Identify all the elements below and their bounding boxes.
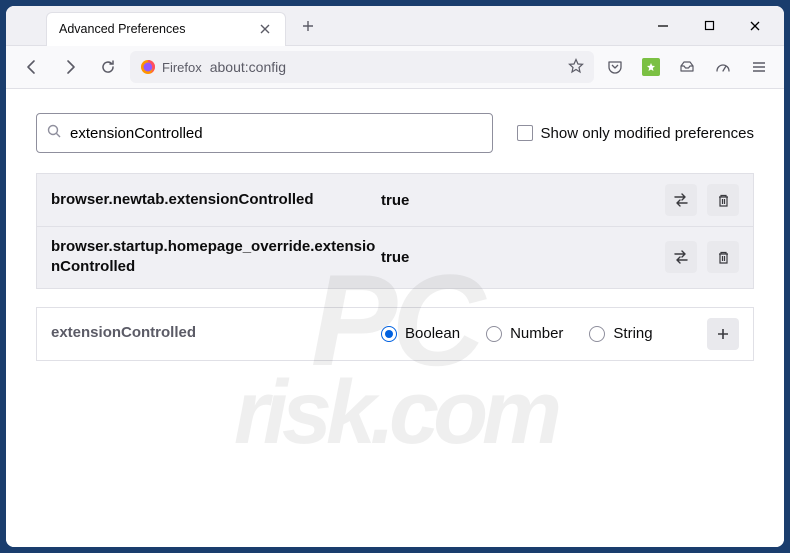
toggle-button[interactable] bbox=[665, 184, 697, 216]
checkbox-label: Show only modified preferences bbox=[541, 125, 754, 142]
maximize-button[interactable] bbox=[688, 11, 730, 41]
add-button[interactable] bbox=[707, 318, 739, 350]
radio-label: String bbox=[613, 325, 652, 342]
url-text[interactable]: about:config bbox=[210, 59, 560, 75]
delete-button[interactable] bbox=[707, 184, 739, 216]
titlebar: Advanced Preferences bbox=[6, 6, 784, 46]
search-box[interactable] bbox=[36, 113, 493, 153]
forward-button[interactable] bbox=[54, 51, 86, 83]
inbox-button[interactable] bbox=[672, 52, 702, 82]
radio-icon bbox=[486, 326, 502, 342]
content-area: Show only modified preferences browser.n… bbox=[6, 89, 784, 547]
nav-toolbar: Firefox about:config bbox=[6, 46, 784, 89]
site-identity[interactable]: Firefox bbox=[140, 59, 202, 75]
radio-label: Number bbox=[510, 325, 563, 342]
reload-button[interactable] bbox=[92, 51, 124, 83]
extension-button[interactable] bbox=[636, 52, 666, 82]
pref-name: browser.newtab.extensionControlled bbox=[51, 190, 381, 210]
search-icon bbox=[47, 124, 62, 142]
browser-window: Advanced Preferences bbox=[6, 6, 784, 547]
type-selector: Boolean Number String bbox=[381, 325, 707, 342]
checkbox-icon bbox=[517, 125, 533, 141]
back-button[interactable] bbox=[16, 51, 48, 83]
dashboard-button[interactable] bbox=[708, 52, 738, 82]
tab-title: Advanced Preferences bbox=[59, 22, 257, 36]
firefox-logo-icon bbox=[140, 59, 156, 75]
window-controls bbox=[642, 11, 784, 41]
minimize-button[interactable] bbox=[642, 11, 684, 41]
browser-tab[interactable]: Advanced Preferences bbox=[46, 12, 286, 46]
new-pref-name: extensionControlled bbox=[51, 323, 381, 343]
pref-row: browser.startup.homepage_override.extens… bbox=[37, 226, 753, 288]
radio-label: Boolean bbox=[405, 325, 460, 342]
toggle-button[interactable] bbox=[665, 241, 697, 273]
app-menu-button[interactable] bbox=[744, 52, 774, 82]
pref-name: browser.startup.homepage_override.extens… bbox=[51, 237, 381, 278]
address-bar[interactable]: Firefox about:config bbox=[130, 51, 594, 83]
type-boolean-radio[interactable]: Boolean bbox=[381, 325, 460, 342]
pref-value: true bbox=[381, 192, 441, 209]
extension-icon bbox=[642, 58, 660, 76]
identity-label: Firefox bbox=[162, 60, 202, 75]
close-tab-button[interactable] bbox=[257, 21, 273, 37]
type-number-radio[interactable]: Number bbox=[486, 325, 563, 342]
type-string-radio[interactable]: String bbox=[589, 325, 652, 342]
search-input[interactable] bbox=[70, 125, 482, 142]
pref-value: true bbox=[381, 249, 441, 266]
new-pref-section: extensionControlled Boolean Number Strin… bbox=[36, 307, 754, 361]
new-tab-button[interactable] bbox=[294, 12, 322, 40]
preferences-table: browser.newtab.extensionControlled true … bbox=[36, 173, 754, 289]
radio-icon bbox=[589, 326, 605, 342]
close-window-button[interactable] bbox=[734, 11, 776, 41]
pref-row: browser.newtab.extensionControlled true bbox=[37, 174, 753, 226]
bookmark-star-button[interactable] bbox=[568, 58, 584, 77]
show-modified-checkbox[interactable]: Show only modified preferences bbox=[517, 125, 754, 142]
new-pref-row: extensionControlled Boolean Number Strin… bbox=[37, 308, 753, 360]
pocket-button[interactable] bbox=[600, 52, 630, 82]
watermark-line2: risk.com bbox=[234, 375, 556, 452]
radio-icon bbox=[381, 326, 397, 342]
search-row: Show only modified preferences bbox=[36, 113, 754, 153]
delete-button[interactable] bbox=[707, 241, 739, 273]
